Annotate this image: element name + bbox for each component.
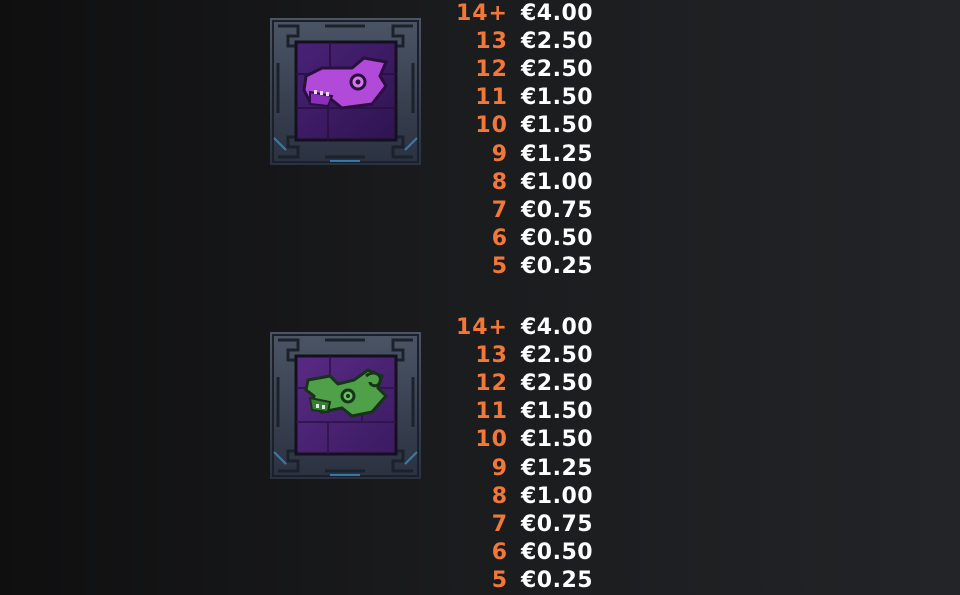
payout-row: 13 €2.50	[440, 28, 620, 56]
match-count: 8	[491, 169, 508, 195]
payout-row: 9 €1.25	[440, 454, 620, 482]
match-count: 6	[491, 539, 508, 565]
payout-row: 8 €1.00	[440, 169, 620, 197]
match-count: 6	[491, 225, 508, 251]
payout-value: €0.75	[521, 197, 594, 223]
payout-value: €0.50	[521, 539, 594, 565]
match-count: 8	[491, 483, 508, 509]
payout-value: €4.00	[521, 1, 594, 27]
payout-row: 10 €1.50	[440, 426, 620, 454]
payout-row: 7 €0.75	[440, 511, 620, 539]
match-count: 11	[475, 399, 508, 425]
green-serpent-head-icon	[270, 332, 421, 479]
match-count: 5	[491, 567, 508, 593]
payout-row: 13 €2.50	[440, 342, 620, 370]
payout-value: €0.50	[521, 225, 594, 251]
payout-list: 14+ €4.00 13 €2.50 12 €2.50 11 €1.50 10 €1.50…	[440, 314, 620, 595]
payout-row: 5 €0.25	[440, 567, 620, 595]
payout-row: 14+ €4.00	[440, 314, 620, 342]
payout-value: €2.50	[521, 57, 594, 83]
payout-value: €1.00	[521, 483, 594, 509]
match-count: 7	[491, 511, 508, 537]
payout-value: €2.50	[521, 343, 594, 369]
payout-value: €1.50	[521, 85, 594, 111]
payout-row: 9 €1.25	[440, 140, 620, 168]
payout-row: 11 €1.50	[440, 84, 620, 112]
payout-row: 8 €1.00	[440, 483, 620, 511]
match-count: 5	[491, 253, 508, 279]
payout-row: 11 €1.50	[440, 398, 620, 426]
purple-serpent-head-icon	[270, 18, 421, 165]
match-count: 14+	[455, 1, 508, 27]
payout-row: 14+ €4.00	[440, 0, 620, 28]
payout-row: 6 €0.50	[440, 539, 620, 567]
payout-row: 12 €2.50	[440, 370, 620, 398]
payout-row: 5 €0.25	[440, 253, 620, 281]
match-count: 10	[475, 427, 508, 453]
match-count: 13	[475, 29, 508, 55]
payout-value: €1.25	[521, 141, 594, 167]
match-count: 12	[475, 371, 508, 397]
paytable: 14+ €4.00 13 €2.50 12 €2.50 11 €1.50 10 €1.50…	[0, 0, 960, 593]
payout-value: €0.25	[521, 253, 594, 279]
payout-value: €1.00	[521, 169, 594, 195]
match-count: 12	[475, 57, 508, 83]
payout-value: €0.25	[521, 567, 594, 593]
match-count: 9	[491, 141, 508, 167]
payout-value: €1.50	[521, 427, 594, 453]
match-count: 10	[475, 113, 508, 139]
payout-value: €1.50	[521, 399, 594, 425]
payout-list: 14+ €4.00 13 €2.50 12 €2.50 11 €1.50 10 €1.50…	[440, 0, 620, 281]
payout-row: 6 €0.50	[440, 225, 620, 253]
payout-value: €2.50	[521, 371, 594, 397]
payout-value: €0.75	[521, 511, 594, 537]
payout-row: 12 €2.50	[440, 56, 620, 84]
payout-value: €2.50	[521, 29, 594, 55]
payout-value: €4.00	[521, 315, 594, 341]
match-count: 9	[491, 455, 508, 481]
match-count: 14+	[455, 315, 508, 341]
payout-row: 7 €0.75	[440, 197, 620, 225]
match-count: 11	[475, 85, 508, 111]
payout-value: €1.25	[521, 455, 594, 481]
match-count: 7	[491, 197, 508, 223]
match-count: 13	[475, 343, 508, 369]
payout-row: 10 €1.50	[440, 112, 620, 140]
payout-value: €1.50	[521, 113, 594, 139]
